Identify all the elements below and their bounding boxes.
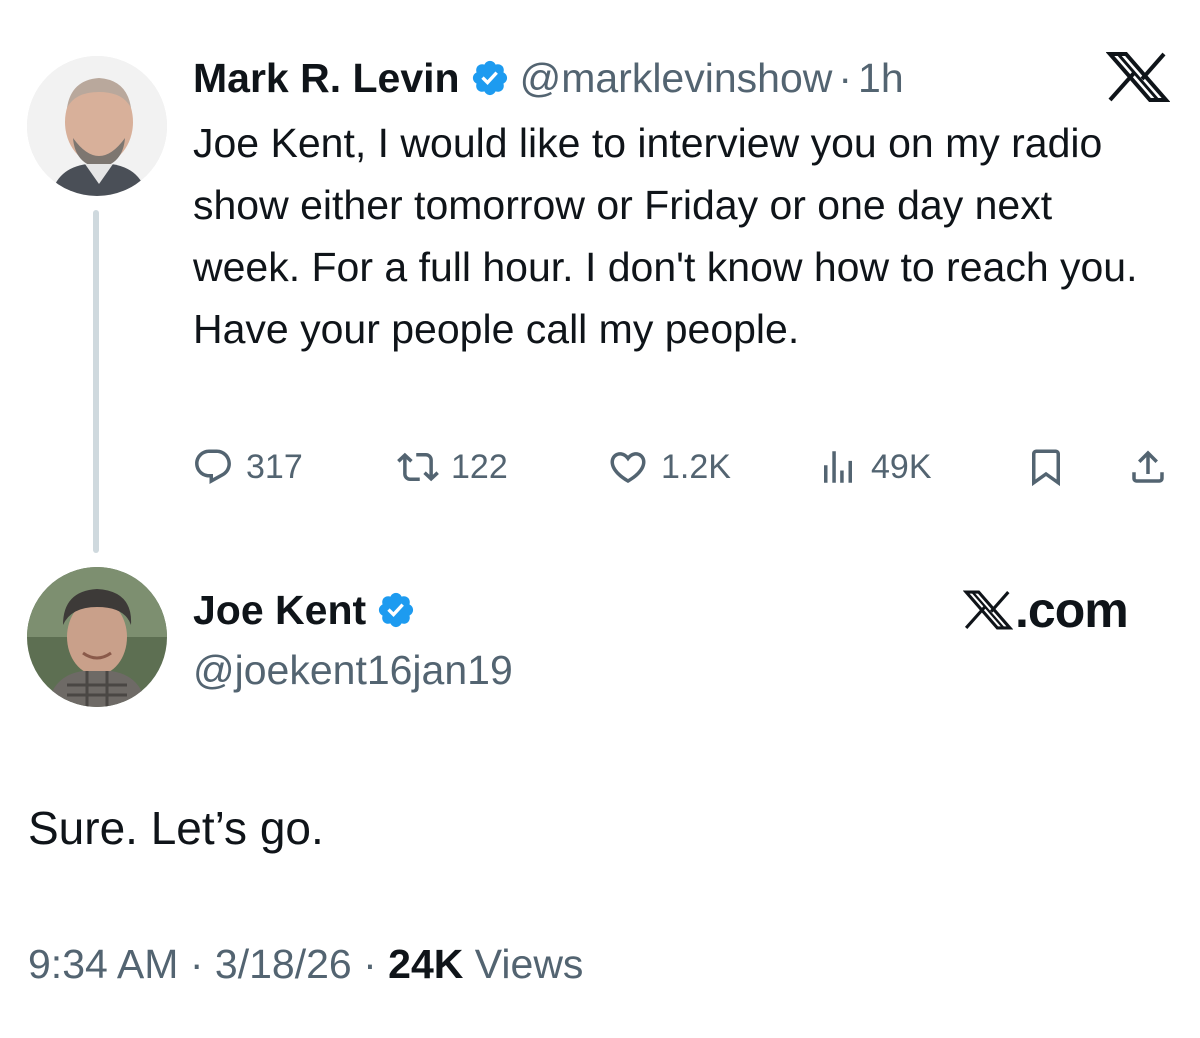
reply-tweet-text: Sure. Let’s go. <box>28 802 324 854</box>
bookmark-icon <box>1032 449 1060 487</box>
thread-connector-line <box>93 210 99 553</box>
separator-dot: · <box>363 941 377 987</box>
separator-dot: · <box>189 941 204 987</box>
tweet-date[interactable]: 3/18/26 <box>215 941 352 987</box>
avatar-joe-kent[interactable] <box>27 567 167 707</box>
views-count: 49K <box>871 447 932 486</box>
share-button[interactable] <box>1127 440 1169 494</box>
tweet-time[interactable]: 9:34 AM <box>28 941 178 987</box>
views-label: Views <box>474 941 584 987</box>
author-display-name[interactable]: Mark R. Levin <box>193 55 460 102</box>
tweet-text: Joe Kent, I would like to interview you … <box>193 120 1138 352</box>
views-button[interactable]: 49K <box>817 440 932 494</box>
reply-author-handle[interactable]: @joekent16jan19 <box>193 640 513 700</box>
tweet-meta: 9:34 AM · 3/18/26 · 24K Views <box>28 934 583 994</box>
tweet-time-ago[interactable]: 1h <box>858 55 904 102</box>
retweet-count: 122 <box>451 447 508 486</box>
retweet-icon <box>397 452 439 482</box>
like-icon <box>610 452 646 484</box>
retweet-button[interactable]: 122 <box>397 440 508 494</box>
x-logo-icon <box>1106 52 1170 102</box>
verified-badge-icon <box>379 592 414 628</box>
reply-button[interactable]: 317 <box>192 440 303 494</box>
separator-dot: · <box>838 54 853 101</box>
bookmark-button[interactable] <box>1025 440 1067 494</box>
like-count: 1.2K <box>661 447 731 486</box>
reply-icon <box>195 449 231 484</box>
views-total: 24K <box>388 941 464 987</box>
share-icon <box>1132 450 1164 483</box>
reply-author-display-name[interactable]: Joe Kent <box>193 587 366 634</box>
verified-badge-icon <box>472 60 507 96</box>
views-icon <box>824 451 852 483</box>
avatar-mark-levin[interactable] <box>27 56 167 196</box>
reply-author-header: Joe Kent <box>193 580 426 640</box>
like-button[interactable]: 1.2K <box>607 440 731 494</box>
author-handle[interactable]: @marklevinshow <box>520 55 833 102</box>
x-logo-icon <box>963 590 1013 630</box>
brand-domain-text: .com <box>1015 582 1129 638</box>
x-com-brand: .com <box>963 582 1129 638</box>
tweet-actions-bar: 317 122 1.2K 49K <box>192 440 1177 494</box>
tweet-header: Mark R. Levin @marklevinshow · 1h <box>193 48 904 108</box>
reply-count: 317 <box>246 447 303 486</box>
